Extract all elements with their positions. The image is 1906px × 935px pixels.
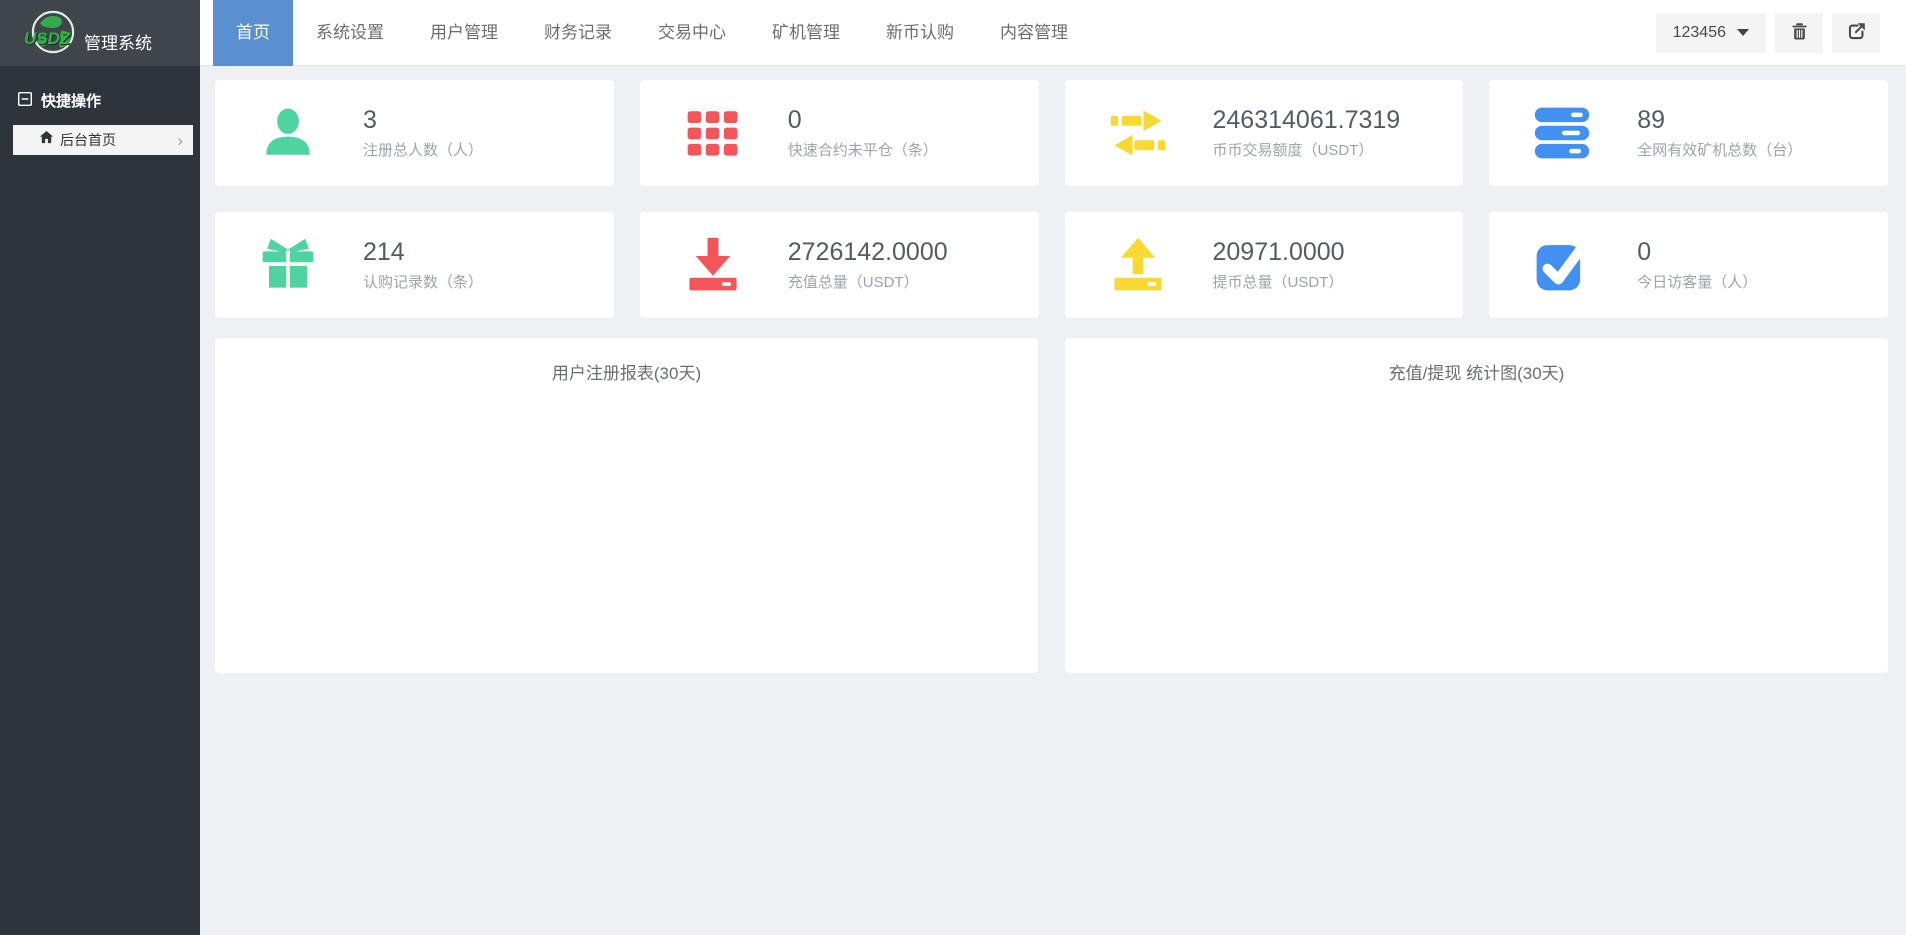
- top-navbar: USDZ 管理系统 首页 系统设置 用户管理 财务记录 交易中心 矿机管理 新币…: [0, 0, 1906, 66]
- stat-label: 快速合约未平仓（条）: [788, 139, 938, 160]
- gift-icon: [259, 236, 317, 294]
- app-title: 管理系统: [84, 29, 152, 54]
- stat-label: 提币总量（USDT）: [1213, 271, 1345, 292]
- main-nav: 首页 系统设置 用户管理 财务记录 交易中心 矿机管理 新币认购 内容管理: [213, 0, 1091, 66]
- exchange-icon: [1109, 104, 1167, 162]
- brand-logo: USDZ 管理系统: [0, 0, 200, 66]
- download-icon: [684, 236, 742, 294]
- stat-value: 89: [1637, 106, 1802, 135]
- stat-card-active-miners: 89 全网有效矿机总数（台）: [1489, 80, 1888, 186]
- logout-icon: [1847, 22, 1866, 44]
- navbar-actions: 123456: [1656, 0, 1906, 65]
- stat-value: 3: [363, 106, 483, 135]
- stat-card-subscription-records: 214 认购记录数（条）: [215, 212, 614, 318]
- sidebar-item-admin-home[interactable]: 后台首页 ›: [13, 125, 193, 155]
- main-content: 3 注册总人数（人） 0 快速合约未平仓（条）: [200, 66, 1906, 935]
- minus-square-icon: [18, 92, 32, 110]
- stat-value: 246314061.7319: [1213, 106, 1401, 135]
- panel-title: 用户注册报表(30天): [215, 338, 1038, 384]
- stat-value: 2726142.0000: [788, 238, 948, 267]
- nav-item-new-coin[interactable]: 新币认购: [863, 0, 977, 66]
- stat-value: 214: [363, 238, 483, 267]
- stat-card-open-contracts: 0 快速合约未平仓（条）: [640, 80, 1039, 186]
- globe-logo-icon: USDZ: [30, 7, 82, 59]
- stat-label: 全网有效矿机总数（台）: [1637, 139, 1802, 160]
- stat-value: 20971.0000: [1213, 238, 1345, 267]
- stat-card-total-deposits: 2726142.0000 充值总量（USDT）: [640, 212, 1039, 318]
- sidebar-item-label: 后台首页: [60, 130, 116, 150]
- logo-text: USDZ: [24, 29, 70, 49]
- nav-item-system-settings[interactable]: 系统设置: [293, 0, 407, 66]
- nav-item-user-management[interactable]: 用户管理: [407, 0, 521, 66]
- stat-label: 币币交易额度（USDT）: [1213, 139, 1401, 160]
- stat-card-coin-trade-volume: 246314061.7319 币币交易额度（USDT）: [1065, 80, 1464, 186]
- check-square-icon: [1533, 236, 1591, 294]
- grid-icon: [684, 104, 742, 162]
- server-icon: [1533, 104, 1591, 162]
- sidebar: 快捷操作 后台首页 ›: [0, 66, 200, 935]
- panel-user-registration-chart: 用户注册报表(30天): [215, 338, 1038, 673]
- chevron-right-icon: ›: [177, 132, 183, 149]
- logout-button[interactable]: [1832, 13, 1880, 53]
- home-icon: [39, 130, 54, 150]
- stat-card-today-visitors: 0 今日访客量（人）: [1489, 212, 1888, 318]
- upload-icon: [1109, 236, 1167, 294]
- sidebar-section-header[interactable]: 快捷操作: [0, 66, 200, 123]
- panel-title: 充值/提现 统计图(30天): [1065, 338, 1888, 384]
- sidebar-section-title: 快捷操作: [41, 90, 101, 111]
- stat-card-registered-users: 3 注册总人数（人）: [215, 80, 614, 186]
- stat-label: 认购记录数（条）: [363, 271, 483, 292]
- nav-item-miner-management[interactable]: 矿机管理: [749, 0, 863, 66]
- nav-item-trade-center[interactable]: 交易中心: [635, 0, 749, 66]
- stat-label: 充值总量（USDT）: [788, 271, 948, 292]
- nav-item-home[interactable]: 首页: [213, 0, 293, 66]
- panel-deposit-withdraw-chart: 充值/提现 统计图(30天): [1065, 338, 1888, 673]
- stat-value: 0: [788, 106, 938, 135]
- trash-button[interactable]: [1775, 13, 1823, 53]
- user-icon: [259, 104, 317, 162]
- nav-item-finance-records[interactable]: 财务记录: [521, 0, 635, 66]
- user-dropdown-label: 123456: [1673, 24, 1726, 42]
- trash-icon: [1790, 22, 1809, 44]
- chart-panels: 用户注册报表(30天) 充值/提现 统计图(30天): [215, 338, 1888, 673]
- user-dropdown-button[interactable]: 123456: [1656, 13, 1766, 53]
- stat-cards: 3 注册总人数（人） 0 快速合约未平仓（条）: [215, 80, 1888, 318]
- stat-card-total-withdrawals: 20971.0000 提币总量（USDT）: [1065, 212, 1464, 318]
- stat-value: 0: [1637, 238, 1757, 267]
- stat-label: 注册总人数（人）: [363, 139, 483, 160]
- caret-down-icon: [1737, 29, 1749, 36]
- stat-label: 今日访客量（人）: [1637, 271, 1757, 292]
- nav-item-content-management[interactable]: 内容管理: [977, 0, 1091, 66]
